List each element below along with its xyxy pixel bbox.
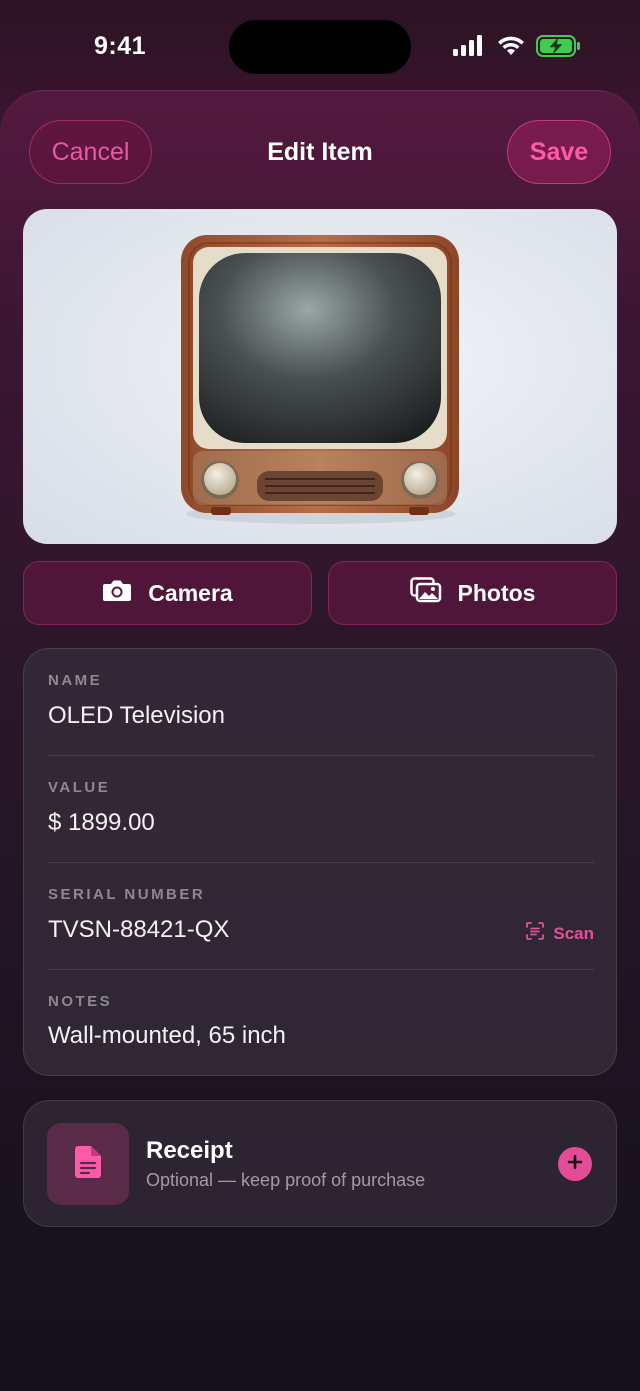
photos-label: Photos	[457, 579, 536, 606]
receipt-title: Receipt	[146, 1137, 233, 1164]
name-input[interactable]: OLED Television	[48, 702, 225, 730]
divider	[48, 862, 594, 863]
status-bar: 9:41	[0, 0, 640, 90]
dynamic-island	[229, 20, 411, 74]
serial-number-input[interactable]: TVSN-88421-QX	[48, 916, 229, 944]
scan-label: Scan	[553, 923, 594, 943]
divider	[48, 969, 594, 970]
document-icon	[74, 1145, 102, 1184]
signal-icon	[452, 35, 486, 62]
notes-label: NOTES	[48, 993, 113, 1010]
serial-number-label: SERIAL NUMBER	[48, 886, 206, 903]
scan-icon	[525, 921, 545, 946]
camera-icon	[102, 578, 132, 608]
television-image	[181, 235, 459, 524]
photos-button[interactable]: Photos	[328, 561, 617, 625]
save-button[interactable]: Save	[507, 120, 611, 184]
item-details-card: NAME OLED Television VALUE $ 1899.00 SER…	[23, 648, 617, 1076]
wifi-icon	[496, 35, 526, 62]
receipt-subtitle: Optional — keep proof of purchase	[146, 1170, 426, 1190]
scan-button[interactable]: Scan	[525, 921, 594, 946]
camera-label: Camera	[148, 579, 233, 606]
name-label: NAME	[48, 672, 103, 689]
value-input[interactable]: $ 1899.00	[48, 809, 155, 837]
name-field[interactable]: NAME OLED Television	[48, 672, 594, 752]
divider	[48, 755, 594, 756]
status-time: 9:41	[94, 32, 147, 60]
photos-icon	[409, 577, 442, 609]
edit-item-sheet: Cancel Edit Item Save Camera Photos NAME…	[0, 90, 640, 1391]
receipt-icon-container	[47, 1123, 129, 1205]
camera-button[interactable]: Camera	[23, 561, 312, 625]
notes-field[interactable]: NOTES Wall-mounted, 65 inch	[48, 993, 594, 1073]
plus-icon	[567, 1154, 583, 1175]
notes-input[interactable]: Wall-mounted, 65 inch	[48, 1022, 286, 1050]
serial-number-field[interactable]: SERIAL NUMBER TVSN-88421-QX Scan	[48, 886, 594, 966]
receipt-card[interactable]: Receipt Optional — keep proof of purchas…	[23, 1100, 617, 1227]
value-field[interactable]: VALUE $ 1899.00	[48, 779, 594, 859]
value-label: VALUE	[48, 779, 111, 796]
add-receipt-button[interactable]	[558, 1147, 592, 1181]
status-icons	[452, 34, 582, 63]
item-photo[interactable]	[23, 209, 617, 544]
battery-charging-icon	[536, 34, 582, 63]
